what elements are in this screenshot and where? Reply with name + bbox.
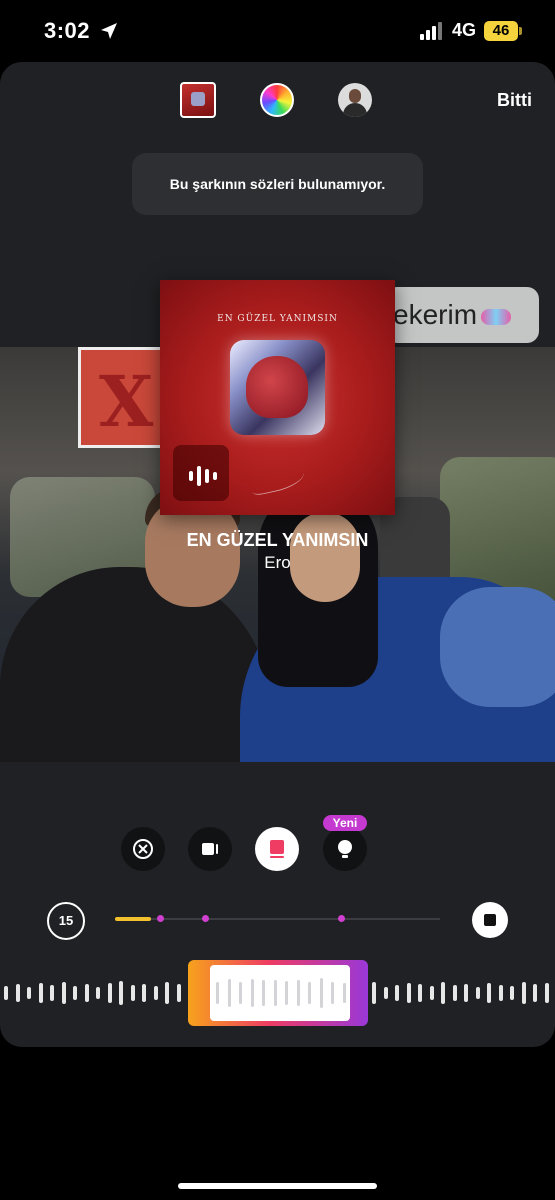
waveform-bar xyxy=(142,984,146,1002)
light-style-button[interactable] xyxy=(323,827,367,871)
clip-timeline: 15 xyxy=(0,898,555,948)
battery-tip xyxy=(519,27,522,35)
waveform-bar xyxy=(406,983,411,1003)
waveform-bar xyxy=(308,982,311,1004)
text-sticker[interactable]: ekerim xyxy=(385,287,539,343)
waveform-bar xyxy=(383,987,388,999)
waveform-bar xyxy=(38,983,43,1003)
waveform-bar xyxy=(273,980,277,1006)
waveform-bar xyxy=(475,987,480,999)
signature-artwork xyxy=(248,462,307,497)
waveform-bar xyxy=(119,981,123,1005)
status-bar: 3:02 4G 46 xyxy=(0,0,555,60)
waveform-bar xyxy=(50,985,54,1001)
timeline-progress xyxy=(115,917,151,921)
editor-toolbar: Bitti xyxy=(0,62,555,142)
color-wheel-icon[interactable] xyxy=(260,83,294,117)
waveform-bar xyxy=(4,986,8,1000)
remove-icon xyxy=(133,839,153,859)
song-title: EN GÜZEL YANIMSIN xyxy=(186,530,369,550)
waveform-bar xyxy=(510,986,514,1000)
waveform-bar xyxy=(61,982,66,1004)
waveform-bar xyxy=(15,984,20,1002)
waveform-bar xyxy=(533,984,537,1002)
waveform-bar xyxy=(262,980,265,1006)
waveform-bar xyxy=(544,983,549,1003)
waveform-bar xyxy=(418,984,422,1002)
status-time: 3:02 xyxy=(44,18,91,43)
story-editor: Bitti Bu şarkının sözleri bulunamıyor. e… xyxy=(0,62,555,1047)
clip-selector-window xyxy=(210,965,350,1021)
waveform-bar xyxy=(372,982,376,1004)
video-style-button[interactable] xyxy=(188,827,232,871)
waveform-bar xyxy=(296,980,300,1006)
waveform-bar xyxy=(331,982,334,1004)
light-icon xyxy=(338,840,352,858)
new-badge: Yeni xyxy=(323,815,367,831)
waveform-bar xyxy=(130,985,135,1001)
waveform-bar xyxy=(153,986,158,1000)
album-card-style-button[interactable] xyxy=(255,827,299,871)
clip-selector[interactable] xyxy=(188,960,368,1026)
signal-icon xyxy=(420,22,442,40)
waveform-bar xyxy=(319,978,323,1008)
avatar[interactable] xyxy=(338,83,372,117)
waveform-bar xyxy=(452,985,457,1001)
lyrics-not-found-toast: Bu şarkının sözleri bulunamıyor. xyxy=(132,153,423,215)
waveform-bar xyxy=(429,986,434,1000)
album-thumbnail-button[interactable] xyxy=(180,82,216,118)
waveform-bar xyxy=(176,984,181,1002)
video-icon xyxy=(202,843,218,855)
remove-button[interactable] xyxy=(121,827,165,871)
timeline-track[interactable] xyxy=(115,915,440,922)
stop-button[interactable] xyxy=(472,902,508,938)
done-button[interactable]: Bitti xyxy=(497,90,532,111)
album-card-icon xyxy=(270,840,284,858)
waveform-bar xyxy=(285,981,288,1005)
timeline-marker xyxy=(202,915,209,922)
waveform-bar xyxy=(487,983,491,1003)
waveform-bar xyxy=(395,985,399,1001)
audio-waveform[interactable] xyxy=(0,950,555,1030)
song-artist: Ero xyxy=(264,553,291,572)
waveform-bar xyxy=(342,983,346,1003)
waveform-bar xyxy=(521,982,526,1004)
waveform-bar xyxy=(96,987,100,999)
waveform-bar xyxy=(216,982,219,1004)
sticker-text: ekerim xyxy=(393,299,478,330)
location-arrow-icon xyxy=(101,23,117,39)
album-cover-title: EN GÜZEL YANIMSIN xyxy=(217,314,338,324)
waveform-bar xyxy=(498,985,503,1001)
home-indicator xyxy=(178,1183,377,1189)
candy-icon xyxy=(481,308,512,325)
network-label: 4G xyxy=(452,20,477,40)
waveform-bar xyxy=(165,982,169,1004)
timeline-marker xyxy=(157,915,164,922)
waveform-bar xyxy=(441,982,445,1004)
ice-heart-artwork xyxy=(230,340,325,435)
waveform-bar xyxy=(27,987,31,999)
audio-wave-icon xyxy=(173,445,229,501)
waveform-bar xyxy=(250,979,254,1007)
duration-button[interactable]: 15 xyxy=(47,902,85,940)
display-style-controls xyxy=(0,822,555,882)
waveform-bar xyxy=(227,979,231,1007)
album-cover[interactable]: EN GÜZEL YANIMSIN xyxy=(160,280,395,515)
battery-icon: 46 xyxy=(484,21,518,41)
waveform-bar xyxy=(107,983,112,1003)
waveform-bar xyxy=(73,986,77,1000)
timeline-marker xyxy=(338,915,345,922)
waveform-bar xyxy=(239,982,242,1004)
waveform-bar xyxy=(464,984,468,1002)
waveform-bar xyxy=(84,984,89,1002)
